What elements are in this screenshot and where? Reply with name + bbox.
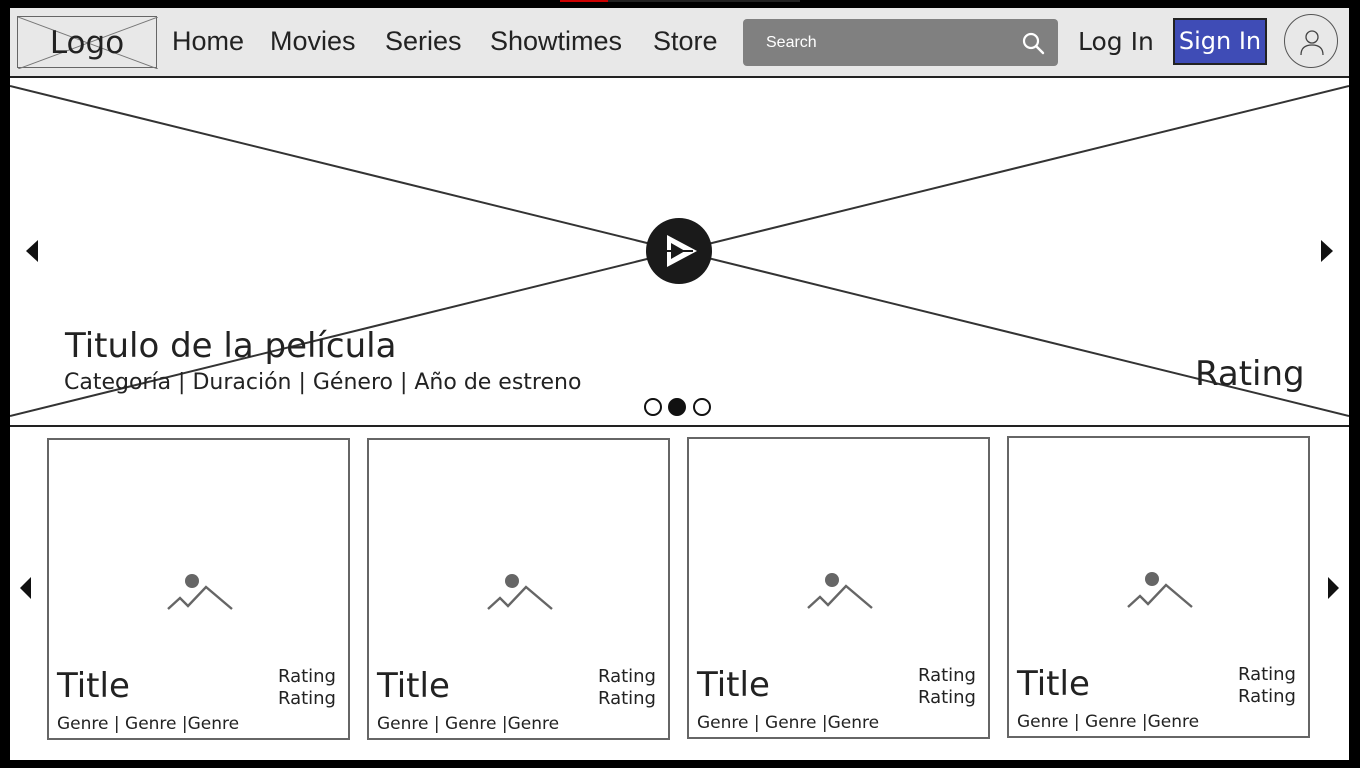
movie-card-1[interactable]: Title Rating Rating Genre | Genre |Genre bbox=[47, 438, 350, 740]
movie-card-2[interactable]: Title Rating Rating Genre | Genre |Genre bbox=[367, 438, 670, 740]
avatar[interactable] bbox=[1284, 14, 1338, 68]
page-frame: Logo Home Movies Series Showtimes Store … bbox=[10, 8, 1349, 760]
logo-label: Logo bbox=[49, 25, 125, 61]
search-input[interactable] bbox=[743, 19, 1013, 66]
logo[interactable]: Logo bbox=[17, 16, 158, 69]
image-placeholder-icon bbox=[1127, 572, 1193, 608]
card-rating: Rating bbox=[1237, 664, 1296, 685]
chevron-right-icon[interactable] bbox=[1321, 240, 1333, 262]
nav-home[interactable]: Home bbox=[172, 26, 244, 57]
card-rating: Rating bbox=[597, 688, 656, 709]
card-genres: Genre | Genre |Genre bbox=[57, 714, 240, 734]
nav-series[interactable]: Series bbox=[385, 26, 462, 57]
card-rating: Rating bbox=[277, 688, 336, 709]
card-title: Title bbox=[1017, 664, 1090, 704]
hero-rating: Rating bbox=[1195, 354, 1305, 394]
card-rating: Rating bbox=[597, 666, 656, 687]
login-link[interactable]: Log In bbox=[1078, 27, 1154, 56]
movie-card-3[interactable]: Title Rating Rating Genre | Genre |Genre bbox=[687, 437, 990, 739]
user-icon bbox=[1300, 30, 1324, 56]
nav-movies[interactable]: Movies bbox=[270, 26, 356, 57]
play-icon[interactable] bbox=[645, 217, 713, 285]
card-genres: Genre | Genre |Genre bbox=[377, 714, 560, 734]
card-title: Title bbox=[57, 666, 130, 706]
chevron-left-icon[interactable] bbox=[26, 240, 38, 262]
search-box bbox=[743, 19, 1058, 66]
hero-title: Titulo de la película bbox=[65, 326, 397, 366]
hero-banner: Titulo de la película Categoría | Duraci… bbox=[10, 78, 1349, 427]
search-icon[interactable] bbox=[1021, 31, 1045, 55]
carousel-prev-icon[interactable] bbox=[20, 577, 31, 599]
nav-store[interactable]: Store bbox=[653, 26, 718, 57]
card-rating: Rating bbox=[917, 665, 976, 686]
card-rating: Rating bbox=[277, 666, 336, 687]
window-accent-red bbox=[560, 0, 608, 2]
slide-dot-2-active[interactable] bbox=[668, 398, 686, 416]
card-genres: Genre | Genre |Genre bbox=[1017, 712, 1200, 732]
card-title: Title bbox=[697, 665, 770, 705]
card-rating: Rating bbox=[1237, 686, 1296, 707]
image-placeholder-icon bbox=[167, 574, 233, 610]
carousel-next-icon[interactable] bbox=[1328, 577, 1339, 599]
signin-button[interactable]: Sign In bbox=[1173, 18, 1267, 65]
image-placeholder-icon bbox=[487, 574, 553, 610]
nav-showtimes[interactable]: Showtimes bbox=[490, 26, 622, 57]
movie-card-4[interactable]: Title Rating Rating Genre | Genre |Genre bbox=[1007, 436, 1310, 738]
window-accent-dark bbox=[608, 0, 800, 2]
card-title: Title bbox=[377, 666, 450, 706]
slide-dot-3[interactable] bbox=[693, 398, 711, 416]
image-placeholder-icon bbox=[807, 573, 873, 609]
hero-meta: Categoría | Duración | Género | Año de e… bbox=[64, 370, 582, 395]
navbar: Logo Home Movies Series Showtimes Store … bbox=[10, 8, 1349, 78]
slide-dot-1[interactable] bbox=[644, 398, 662, 416]
card-genres: Genre | Genre |Genre bbox=[697, 713, 880, 733]
card-rating: Rating bbox=[917, 687, 976, 708]
